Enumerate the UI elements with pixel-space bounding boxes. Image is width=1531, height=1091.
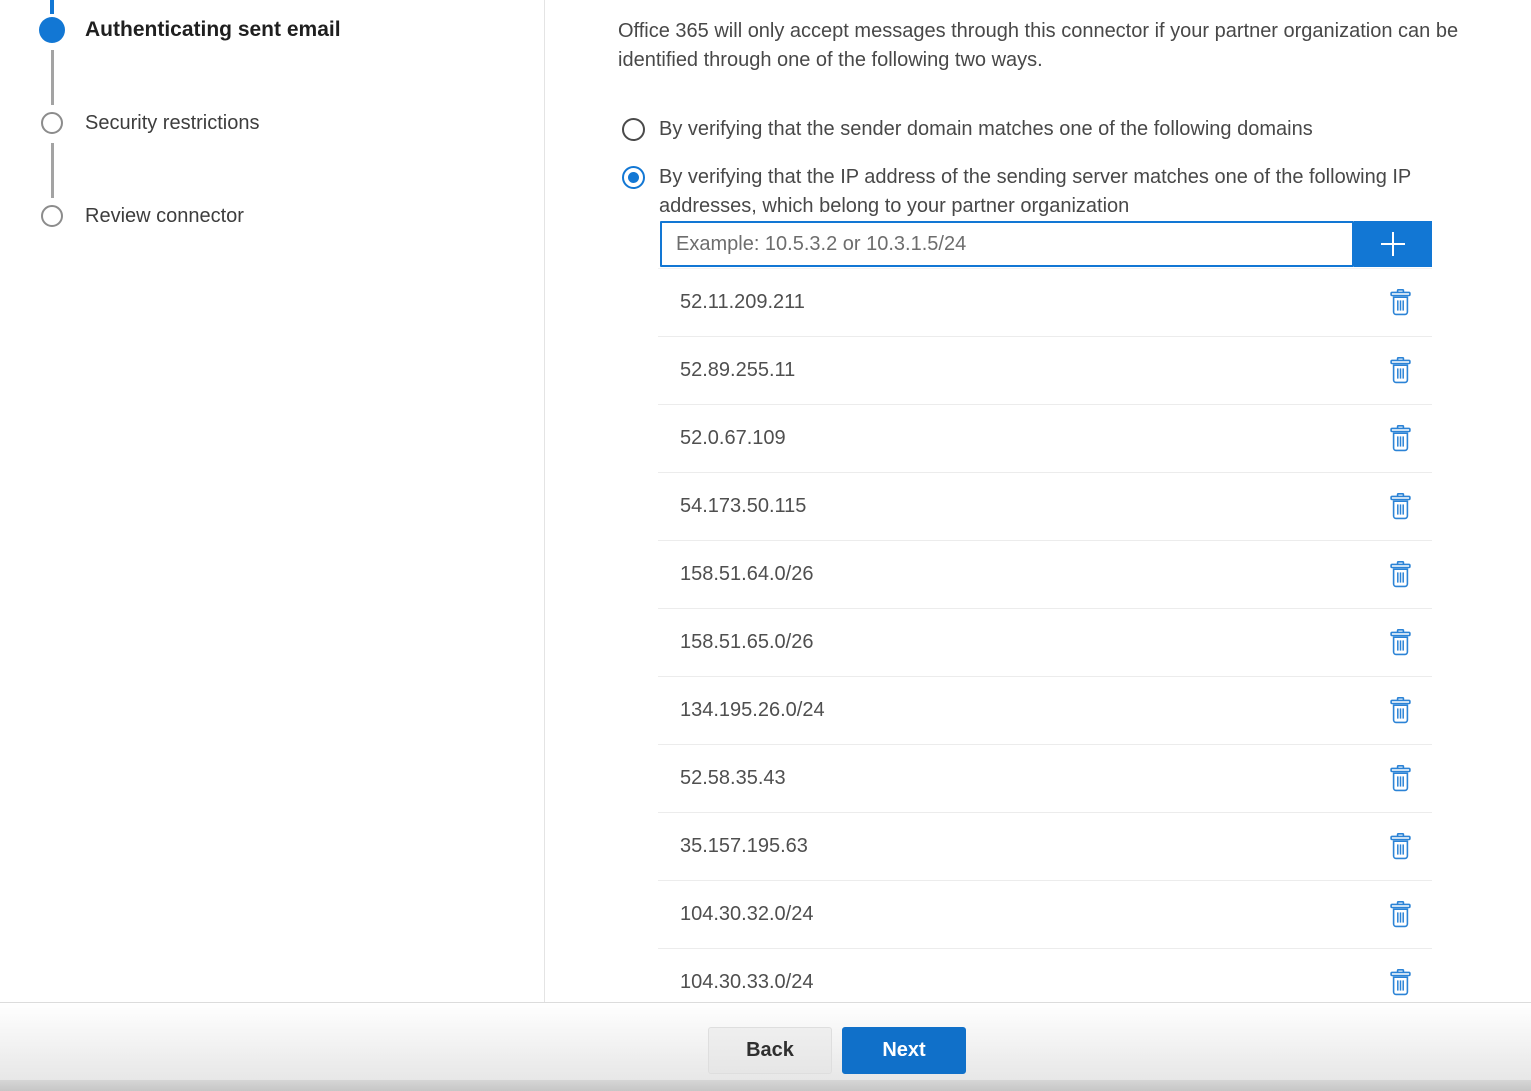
ip-address-text: 134.195.26.0/24 [658,699,825,722]
ip-list-row: 134.195.26.0/24 [658,677,1432,745]
trash-icon [1390,833,1411,860]
intro-text: Office 365 will only accept messages thr… [618,17,1530,75]
ip-address-text: 52.58.35.43 [658,767,786,790]
ip-list-row: 54.173.50.115 [658,473,1432,541]
ip-list-row: 52.89.255.11 [658,337,1432,405]
trash-icon [1390,901,1411,928]
ip-address-text: 158.51.65.0/26 [658,631,813,654]
step-indicator-authenticating-sent-email [39,17,65,43]
delete-ip-button[interactable] [1384,422,1416,456]
back-button[interactable]: Back [708,1027,832,1074]
trash-icon [1390,969,1411,996]
trash-icon [1390,493,1411,520]
next-button[interactable]: Next [842,1027,966,1074]
ip-list-row: 52.58.35.43 [658,745,1432,813]
trash-icon [1390,765,1411,792]
ip-address-text: 158.51.64.0/26 [658,563,813,586]
ip-address-text: 104.30.32.0/24 [658,903,813,926]
ip-address-text: 52.89.255.11 [658,359,795,382]
ip-list-row: 104.30.32.0/24 [658,881,1432,949]
ip-list-row: 52.11.209.211 [658,269,1432,337]
ip-address-text: 35.157.195.63 [658,835,808,858]
delete-ip-button[interactable] [1384,694,1416,728]
connector-wizard-page: Authenticating sent email Security restr… [0,0,1531,1091]
ip-address-text: 52.11.209.211 [658,291,805,314]
delete-ip-button[interactable] [1384,762,1416,796]
step-indicator-security-restrictions [41,112,63,134]
delete-ip-button[interactable] [1384,626,1416,660]
radio-option-ip-address-label: By verifying that the IP address of the … [659,163,1489,221]
trash-icon [1390,629,1411,656]
radio-option-ip-address[interactable]: By verifying that the IP address of the … [622,166,1489,221]
delete-ip-button[interactable] [1384,558,1416,592]
add-ip-button[interactable] [1354,221,1432,267]
ip-list-row: 104.30.33.0/24 [658,949,1432,1002]
ip-address-text: 54.173.50.115 [658,495,806,518]
ip-list: 52.11.209.211 52.89.255.11 [658,268,1432,1002]
ip-list-row: 52.0.67.109 [658,405,1432,473]
step-connector-line [51,143,54,198]
trash-icon [1390,357,1411,384]
delete-ip-button[interactable] [1384,966,1416,1000]
trash-icon [1390,697,1411,724]
step-label-review-connector: Review connector [85,205,244,228]
window-bottom-edge [0,1080,1531,1091]
step-label-authenticating-sent-email: Authenticating sent email [85,18,341,42]
step-indicator-review-connector [41,205,63,227]
step-content-panel: Office 365 will only accept messages thr… [546,0,1531,1002]
delete-ip-button[interactable] [1384,286,1416,320]
trash-icon [1390,425,1411,452]
delete-ip-button[interactable] [1384,354,1416,388]
wizard-steps-panel: Authenticating sent email Security restr… [0,0,545,1002]
delete-ip-button[interactable] [1384,830,1416,864]
step-connector-line [51,50,54,105]
wizard-footer: Back Next [0,1002,1531,1080]
trash-icon [1390,289,1411,316]
ip-list-row: 158.51.64.0/26 [658,541,1432,609]
trash-icon [1390,561,1411,588]
ip-list-row: 35.157.195.63 [658,813,1432,881]
radio-option-sender-domain[interactable]: By verifying that the sender domain matc… [622,118,1313,141]
step-label-security-restrictions: Security restrictions [85,112,260,135]
delete-ip-button[interactable] [1384,898,1416,932]
radio-selected-icon[interactable] [622,166,645,189]
ip-address-text: 104.30.33.0/24 [658,971,813,994]
step-track-completed-line [50,0,54,14]
radio-unselected-icon[interactable] [622,118,645,141]
ip-address-input[interactable] [660,221,1354,267]
radio-option-sender-domain-label: By verifying that the sender domain matc… [659,118,1313,141]
ip-list-row: 158.51.65.0/26 [658,609,1432,677]
plus-icon [1377,228,1409,260]
ip-entry-row [660,221,1432,267]
radio-dot [628,172,639,183]
ip-address-text: 52.0.67.109 [658,427,786,450]
delete-ip-button[interactable] [1384,490,1416,524]
